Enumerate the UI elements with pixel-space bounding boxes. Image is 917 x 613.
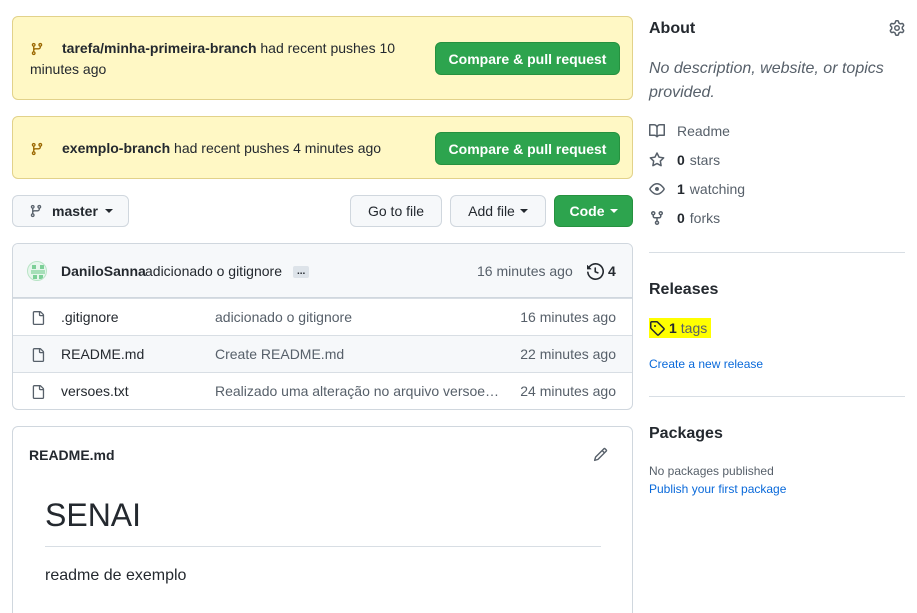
star-icon <box>649 152 665 168</box>
file-list: DaniloSanna adicionado o gitignore ... 1… <box>12 243 633 410</box>
file-name-link[interactable]: .gitignore <box>61 309 119 325</box>
readme-link[interactable]: Readme <box>649 121 730 141</box>
file-age: 24 minutes ago <box>520 383 616 399</box>
file-name-link[interactable]: README.md <box>61 346 144 362</box>
eye-icon <box>649 181 665 197</box>
banner-text-2: exemplo-branch had recent pushes 4 minut… <box>62 140 382 156</box>
branch-name-link[interactable]: tarefa/minha-primeira-branch <box>62 40 257 56</box>
file-row[interactable]: .gitignore adicionado o gitignore 16 min… <box>13 298 632 335</box>
readme-heading: SENAI <box>45 497 142 533</box>
add-file-button[interactable]: Add file <box>450 195 546 227</box>
file-row[interactable]: versoes.txt Realizado uma alteração no a… <box>13 372 632 409</box>
readme-body-text: readme de exemplo <box>45 567 187 584</box>
branch-name: master <box>52 203 98 219</box>
chevron-down-icon <box>609 209 618 213</box>
chevron-down-icon <box>104 209 113 213</box>
file-icon <box>31 384 45 400</box>
compare-pull-request-button[interactable]: Compare & pull request <box>435 42 620 75</box>
branch-select-button[interactable]: master <box>12 195 129 227</box>
readme-filename: README.md <box>29 447 115 463</box>
repo-forked-icon <box>649 210 665 226</box>
file-age: 16 minutes ago <box>520 309 616 325</box>
edit-pencil-icon[interactable] <box>593 447 608 462</box>
commit-age: 16 minutes ago <box>477 263 573 279</box>
gear-icon[interactable] <box>889 20 905 36</box>
branch-name-link[interactable]: exemplo-branch <box>62 140 170 156</box>
compare-pull-request-button[interactable]: Compare & pull request <box>435 132 620 165</box>
latest-commit-bar: DaniloSanna adicionado o gitignore ... 1… <box>13 244 632 298</box>
commit-author[interactable]: DaniloSanna <box>61 263 146 279</box>
about-description: No description, website, or topics provi… <box>649 60 884 101</box>
stars-link[interactable]: 0 stars <box>649 150 720 170</box>
sidebar-divider <box>649 396 905 397</box>
history-icon[interactable] <box>587 263 604 280</box>
readme-panel: README.md SENAI readme de exemplo <box>12 426 633 613</box>
banner-text-1: tarefa/minha-primeira-branch had recent … <box>30 40 396 77</box>
recent-push-banner-2: exemplo-branch had recent pushes 4 minut… <box>12 116 633 179</box>
file-icon <box>31 310 45 326</box>
file-name-link[interactable]: versoes.txt <box>61 383 129 399</box>
file-row[interactable]: README.md Create README.md 22 minutes ag… <box>13 335 632 372</box>
avatar[interactable] <box>27 261 47 281</box>
tags-link[interactable]: 1 tags <box>649 318 712 338</box>
commit-ellipsis-button[interactable]: ... <box>293 266 310 278</box>
releases-heading[interactable]: Releases <box>649 281 718 299</box>
watching-link[interactable]: 1 watching <box>649 179 745 199</box>
no-packages-text: No packages published <box>649 464 774 478</box>
about-heading: About <box>649 20 696 37</box>
git-branch-icon <box>30 141 44 157</box>
git-branch-icon <box>29 203 43 219</box>
file-commit-message[interactable]: Realizado uma alteração no arquivo verso… <box>215 383 503 399</box>
file-age: 22 minutes ago <box>520 346 616 362</box>
sidebar-divider <box>649 252 905 253</box>
packages-heading[interactable]: Packages <box>649 425 723 443</box>
file-commit-message[interactable]: adicionado o gitignore <box>215 309 503 325</box>
go-to-file-button[interactable]: Go to file <box>350 195 442 227</box>
file-commit-message[interactable]: Create README.md <box>215 346 503 362</box>
recent-push-banner-1: tarefa/minha-primeira-branch had recent … <box>12 16 633 100</box>
publish-package-link[interactable]: Publish your first package <box>649 482 786 496</box>
readme-heading-divider <box>45 546 601 547</box>
file-icon <box>31 347 45 363</box>
create-release-link[interactable]: Create a new release <box>649 357 763 371</box>
commit-message[interactable]: adicionado o gitignore <box>145 263 282 279</box>
forks-link[interactable]: 0 forks <box>649 208 720 228</box>
commit-count[interactable]: 4 <box>608 263 616 279</box>
code-button[interactable]: Code <box>554 195 633 227</box>
book-icon <box>649 123 665 139</box>
chevron-down-icon <box>519 209 528 213</box>
tag-icon <box>649 320 665 336</box>
